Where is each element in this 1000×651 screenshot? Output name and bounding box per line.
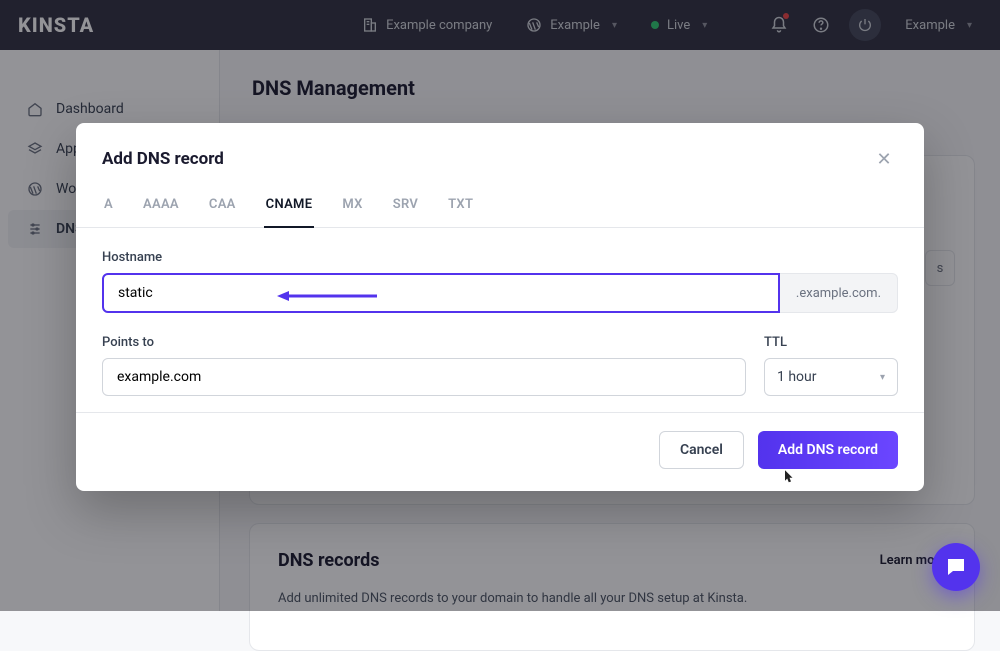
- ttl-select[interactable]: 1 hour ▾: [764, 358, 898, 396]
- tab-aaaa[interactable]: AAAA: [141, 187, 181, 228]
- tab-mx[interactable]: MX: [340, 187, 364, 228]
- ttl-value: 1 hour: [777, 369, 817, 385]
- add-dns-record-modal: Add DNS record ✕ A AAAA CAA CNAME MX SRV…: [76, 123, 924, 491]
- tab-a[interactable]: A: [102, 187, 115, 228]
- tab-srv[interactable]: SRV: [391, 187, 420, 228]
- tab-caa[interactable]: CAA: [207, 187, 238, 228]
- hostname-suffix: .example.com.: [780, 273, 898, 313]
- tab-cname[interactable]: CNAME: [264, 187, 315, 228]
- cancel-button[interactable]: Cancel: [659, 431, 744, 469]
- ttl-label: TTL: [764, 335, 898, 350]
- close-icon[interactable]: ✕: [870, 145, 898, 173]
- modal-title: Add DNS record: [102, 149, 224, 169]
- tab-txt[interactable]: TXT: [446, 187, 475, 228]
- points-to-label: Points to: [102, 335, 746, 350]
- points-to-input[interactable]: [102, 358, 746, 396]
- hostname-label: Hostname: [102, 250, 898, 265]
- chat-widget-button[interactable]: [932, 543, 980, 591]
- chevron-down-icon: ▾: [880, 372, 885, 383]
- record-type-tabs: A AAAA CAA CNAME MX SRV TXT: [76, 187, 924, 228]
- add-dns-record-button[interactable]: Add DNS record: [758, 431, 898, 469]
- hostname-input[interactable]: [102, 273, 780, 313]
